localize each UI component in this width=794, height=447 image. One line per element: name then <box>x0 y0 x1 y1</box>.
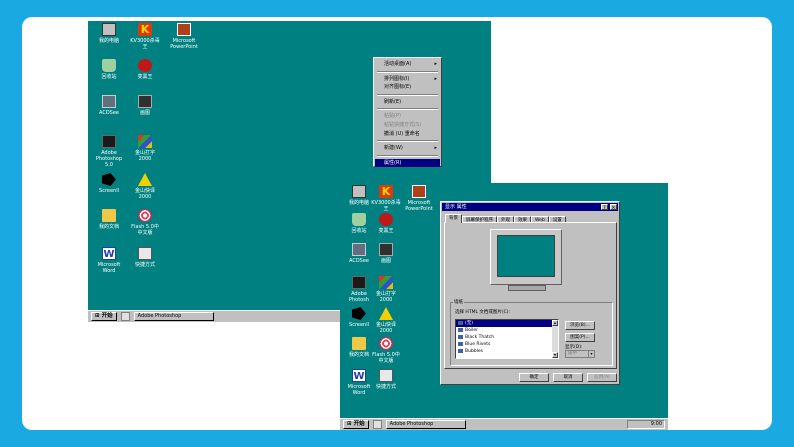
my-computer-icon[interactable]: 我的电脑 <box>92 23 126 44</box>
menu-item-paste: 粘贴(P) <box>384 113 401 120</box>
jinshan-translate-icon[interactable]: 金山快译 2000 <box>369 307 403 334</box>
kv3000-icon[interactable]: K KV3000杀毒王 <box>369 185 403 212</box>
start-button[interactable]: ⊞ 开始 <box>91 312 117 321</box>
menu-separator <box>377 108 438 111</box>
list-scrollbar[interactable]: ▴ ▾ <box>552 320 558 358</box>
menu-item-undo-rename[interactable]: 撤消 (U) 重命名 <box>375 130 440 139</box>
menu-item-line-up-icons[interactable]: 对齐图标(E) <box>375 83 440 92</box>
list-item[interactable]: Bubbles <box>456 348 558 355</box>
start-button[interactable]: ⊞ 开始 <box>343 420 369 429</box>
flash-icon[interactable]: Flash 5.0中 中文版 <box>128 209 162 236</box>
menu-item-properties[interactable]: 属性(R) <box>375 158 440 168</box>
photoshop-icon[interactable]: Adobe Photoshop 5.0 <box>92 135 126 168</box>
desktop-context-menu: 活动桌面(A) ▸ 排列图标(I) ▸ 对齐图标(E) 刷新(E) 粘贴(P) 粘贴… <box>373 57 442 168</box>
quick-launch-icon[interactable] <box>372 420 382 429</box>
cancel-button[interactable]: 取消 <box>553 373 583 382</box>
powerpoint-icon[interactable]: Microsoft PowerPoint <box>167 23 201 50</box>
taskbar-task-photoshop[interactable]: Adobe Photoshop <box>133 312 214 321</box>
paint-icon[interactable]: 画图 <box>369 243 403 264</box>
close-icon[interactable]: × <box>610 204 617 211</box>
menu-item-arrange-icons[interactable]: 排列图标(I) ▸ <box>375 75 440 84</box>
list-item[interactable]: Blue Rivets <box>456 341 558 348</box>
acdsee-icon[interactable]: ACDSee <box>92 95 126 116</box>
ok-button[interactable]: 确定 <box>519 373 549 382</box>
scroll-down-icon[interactable]: ▾ <box>552 352 558 358</box>
display-properties-dialog: 显示 属性 ? × 背景 屏幕保护程序 外观 效果 Web 设置 墙纸 选择 H… <box>440 201 620 385</box>
my-documents-icon[interactable]: 我的文档 <box>92 209 126 230</box>
flash-icon[interactable]: Flash 5.0中 中文版 <box>369 337 403 364</box>
monitor-preview-icon <box>490 229 562 285</box>
browse-button[interactable]: 浏览(B)... <box>565 321 595 330</box>
recycle-bin-icon[interactable]: 回收站 <box>92 59 126 80</box>
word-icon[interactable]: W Microsoft Word <box>92 247 126 274</box>
system-tray-clock: 9:00 <box>627 420 665 429</box>
list-item[interactable]: Boiler <box>456 327 558 334</box>
monitor-preview-screen <box>497 235 555 277</box>
menu-separator <box>377 70 438 73</box>
paint-icon[interactable]: 画图 <box>128 95 162 116</box>
windows-logo-icon: ⊞ <box>95 313 100 319</box>
powerpoint-icon[interactable]: Microsoft PowerPoint <box>402 185 436 212</box>
monitor-stand <box>508 285 546 291</box>
submenu-arrow-icon: ▸ <box>434 75 437 82</box>
quick-launch-icon[interactable] <box>120 312 130 321</box>
wallpaper-list-label: 选择 HTML 文档或图片(C): <box>455 310 511 315</box>
dialog-title-bar[interactable]: 显示 属性 ? × <box>442 203 618 211</box>
apply-button: 应用(A) <box>587 373 617 382</box>
jinshan-typing-icon[interactable]: 金山打字 2000 <box>369 276 403 303</box>
pattern-button[interactable]: 图案(P)... <box>565 333 595 342</box>
list-item[interactable]: Black Thatch <box>456 334 558 341</box>
submenu-arrow-icon: ▸ <box>434 61 437 67</box>
help-button[interactable]: ? <box>601 204 608 211</box>
tab-background[interactable]: 背景 <box>445 214 462 223</box>
background-tab-panel: 墙纸 选择 HTML 文档或图片(C): (无) Boiler Black Th… <box>444 222 617 369</box>
menu-separator <box>377 154 438 157</box>
chevron-down-icon: ▾ <box>588 351 594 357</box>
kv3000-icon[interactable]: K KV3000杀毒王 <box>128 23 162 50</box>
wallpaper-group-label: 墙纸 <box>453 299 464 305</box>
taskbar-task-photoshop[interactable]: Adobe Photoshop <box>385 420 466 429</box>
display-mode-select[interactable]: 居中 ▾ <box>565 350 595 358</box>
menu-separator <box>377 93 438 96</box>
bianheiwang-icon[interactable]: 变黑王 <box>128 59 162 80</box>
list-item[interactable]: (无) <box>456 320 558 327</box>
submenu-arrow-icon: ▸ <box>434 145 437 152</box>
menu-item-active-desktop[interactable]: 活动桌面(A) ▸ <box>375 60 440 69</box>
jinshan-typing-icon[interactable]: 金山打字 2000 <box>128 135 162 162</box>
jinshan-translate-icon[interactable]: 金山快译 2000 <box>128 173 162 200</box>
windows-logo-icon: ⊞ <box>347 421 352 427</box>
menu-separator <box>377 140 438 143</box>
taskbar: ⊞ 开始 Adobe Photoshop 9:00 <box>340 418 668 430</box>
menu-item-paste-shortcut: 粘贴快捷方式(S) <box>384 121 422 128</box>
bianheiwang-icon[interactable]: 变黑王 <box>369 213 403 234</box>
wallpaper-listbox[interactable]: (无) Boiler Black Thatch Blue Rivets Bubb… <box>455 319 559 359</box>
screencam-icon[interactable]: Screenll <box>92 173 126 194</box>
menu-item-new[interactable]: 新建(W) ▸ <box>375 144 440 153</box>
shortcut-icon[interactable]: 快捷方式 <box>369 369 403 390</box>
scroll-up-icon[interactable]: ▴ <box>552 320 558 326</box>
shortcut-icon[interactable]: 快捷方式 <box>128 247 162 268</box>
menu-item-refresh[interactable]: 刷新(E) <box>375 98 440 107</box>
